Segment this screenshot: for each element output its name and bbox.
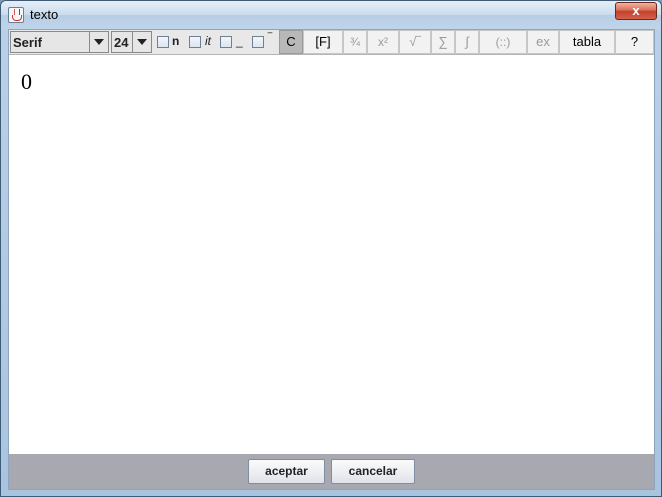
power-button[interactable]: x² (367, 30, 399, 54)
font-size-select[interactable]: 24 (111, 31, 152, 53)
cancel-button[interactable]: cancelar (331, 459, 415, 484)
table-button[interactable]: tabla (559, 30, 615, 54)
close-icon: x (632, 3, 640, 18)
java-app-icon (8, 7, 24, 23)
fraction-button[interactable]: ¾ (343, 30, 367, 54)
button-bar: aceptar cancelar (9, 454, 654, 489)
sqrt-button[interactable]: √‾ (399, 30, 431, 54)
editor-content: 0 (21, 69, 32, 94)
font-family-value: Serif (13, 35, 42, 50)
font-family-select[interactable]: Serif (10, 31, 109, 53)
chevron-down-icon (94, 39, 104, 45)
color-button[interactable]: C (279, 30, 303, 54)
italic-label: it (205, 34, 211, 48)
font-size-value: 24 (114, 35, 129, 50)
sum-button[interactable]: ∑ (431, 30, 455, 54)
matrix-button[interactable]: (::) (479, 30, 527, 54)
text-editor[interactable]: 0 (9, 55, 654, 454)
dialog-content: Serif 24 n it _ ‾ C [F] ¾ x² √‾ ∑ ∫ (::)… (8, 29, 655, 490)
font-family-dropdown-button[interactable] (89, 32, 108, 52)
bold-label: n (172, 34, 180, 48)
format-toolbar: Serif 24 n it _ ‾ C [F] ¾ x² √‾ ∑ ∫ (::)… (9, 30, 654, 55)
font-size-dropdown-button[interactable] (132, 32, 151, 52)
dialog-window: texto x Serif 24 n it _ ‾ C [F] ¾ x² √‾ … (0, 0, 662, 497)
title-bar[interactable]: texto x (1, 1, 661, 29)
window-title: texto (30, 7, 59, 22)
overline-label: ‾ (268, 31, 272, 45)
underline-checkbox[interactable] (220, 36, 232, 48)
chevron-down-icon (137, 39, 147, 45)
integral-button[interactable]: ∫ (455, 30, 479, 54)
close-button[interactable]: x (615, 2, 657, 20)
bold-checkbox[interactable] (157, 36, 169, 48)
italic-checkbox[interactable] (189, 36, 201, 48)
accept-button[interactable]: aceptar (248, 459, 325, 484)
underline-label: _ (236, 34, 243, 48)
formula-button[interactable]: [F] (303, 30, 343, 54)
help-button[interactable]: ? (615, 30, 654, 54)
ex-button[interactable]: ex (527, 30, 559, 54)
overline-checkbox[interactable] (252, 36, 264, 48)
